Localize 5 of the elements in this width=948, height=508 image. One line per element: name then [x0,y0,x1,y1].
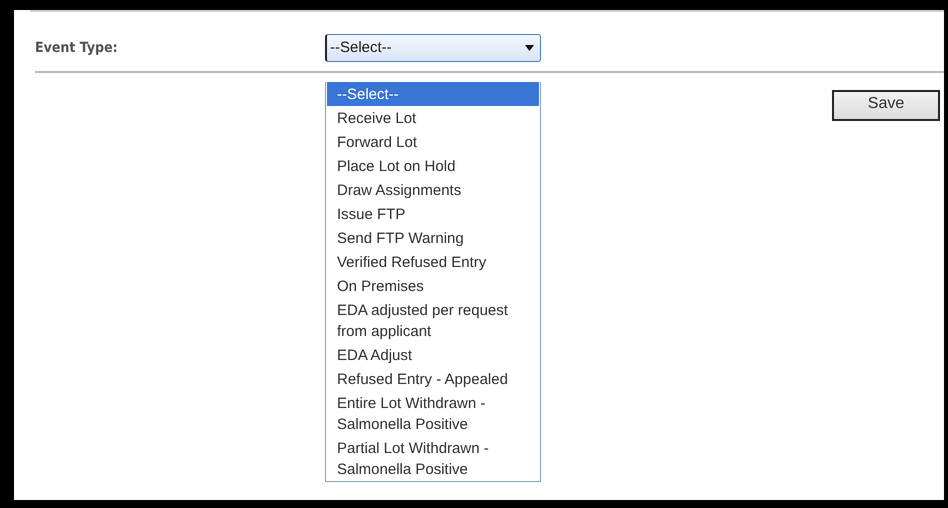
event-type-select[interactable]: --Select-- [325,34,541,62]
dropdown-option[interactable]: --Select-- [327,82,539,106]
caret-icon [525,44,534,50]
save-button[interactable]: Save [832,90,940,121]
field-label: Event Type: [35,40,119,56]
